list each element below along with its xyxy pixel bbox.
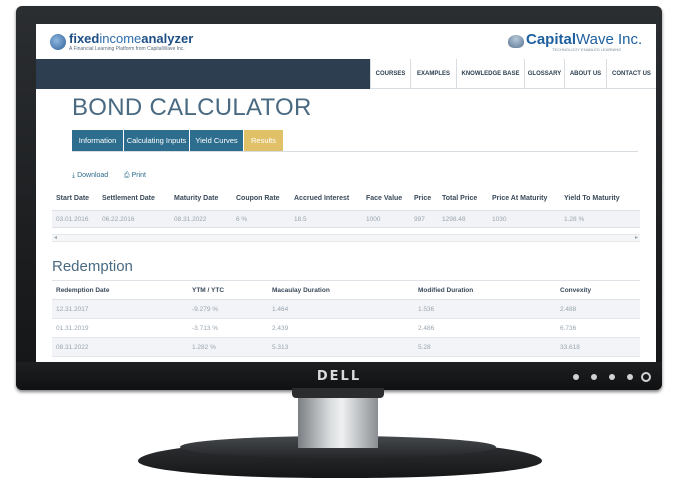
table-cell: 1.28 % <box>564 216 585 223</box>
column-header: Price <box>414 195 432 202</box>
download-link[interactable]: ⤓ Download <box>72 172 108 180</box>
table-row: 08.31.2022 1.282 % 5.313 5.28 33.618 <box>52 338 640 357</box>
table-row: 12.31.2017 -9.279 % 1.464 1.536 2.488 <box>52 300 640 319</box>
logo-right-tagline: TECHNOLOGY ENABLED LEARNING <box>552 47 622 52</box>
redemption-title: Redemption <box>52 258 133 275</box>
table-cell: 6.736 <box>560 325 577 332</box>
column-header: Redemption Date <box>56 287 110 294</box>
page-title: BOND CALCULATOR <box>72 94 312 121</box>
table-cell: 2.439 <box>272 325 289 332</box>
tab-results[interactable]: Results <box>244 130 284 151</box>
table-cell: 1000 <box>366 216 381 223</box>
column-header: Convexity <box>560 287 592 294</box>
table-row: 03.01.2016 06.22.2016 08.31.2022 6 % 18.… <box>52 210 640 228</box>
table-cell: 1.536 <box>418 306 435 313</box>
column-header: Start Date <box>56 195 90 202</box>
nav-item-about-us[interactable]: ABOUT US <box>564 59 606 89</box>
tabs-divider <box>72 151 638 152</box>
monitor-brand-logo: DELL <box>316 369 362 384</box>
table-cell: 06.22.2016 <box>102 216 135 223</box>
tab-calculating-inputs[interactable]: Calculating Inputs <box>124 130 190 151</box>
table-cell: 1298.48 <box>442 216 466 223</box>
table-cell: 12.31.2017 <box>56 306 89 313</box>
print-link[interactable]: ⎙ Print <box>124 172 146 180</box>
table-cell: 08.31.2022 <box>56 344 89 351</box>
download-icon: ⤓ <box>72 172 76 179</box>
monitor-button-icon <box>627 374 633 380</box>
tab-yield-curves[interactable]: Yield Curves <box>190 130 244 151</box>
table-cell: 33.618 <box>560 344 580 351</box>
table-cell: 03.01.2016 <box>56 216 89 223</box>
table-cell: 5.28 <box>418 344 431 351</box>
table-cell: 08.31.2022 <box>174 216 207 223</box>
print-icon: ⎙ <box>124 172 130 179</box>
table-cell: -9.279 % <box>192 306 219 313</box>
table-cell: 2.488 <box>560 306 577 313</box>
table-cell: 5.313 <box>272 344 289 351</box>
table-cell: 2.486 <box>418 325 435 332</box>
table-cell: 1.464 <box>272 306 289 313</box>
screen: fixedincomeanalyzer A Financial Learning… <box>36 24 656 362</box>
nav-item-courses[interactable]: COURSES <box>370 59 410 89</box>
table-row: 01.31.2019 -3.713 % 2.439 2.486 6.736 <box>52 319 640 338</box>
table-cell: 997 <box>414 216 425 223</box>
monitor-stand-joint <box>292 388 384 398</box>
table-cell: 01.31.2019 <box>56 325 89 332</box>
nav-item-glossary[interactable]: GLOSSARY <box>524 59 564 89</box>
scroll-left-icon[interactable]: ◂ <box>54 234 57 242</box>
site-header: fixedincomeanalyzer A Financial Learning… <box>36 24 656 59</box>
table-cell: 18.5 <box>294 216 307 223</box>
column-header: YTM / YTC <box>192 287 225 294</box>
column-header: Coupon Rate <box>236 195 280 202</box>
power-button-icon <box>641 372 651 382</box>
column-header: Yield To Maturity <box>564 195 620 202</box>
summary-table-header: Start Date Settlement Date Maturity Date… <box>52 187 640 210</box>
globe-icon <box>50 34 66 50</box>
monitor-button-icon <box>573 374 579 380</box>
scroll-right-icon[interactable]: ▸ <box>635 234 638 242</box>
column-header: Accrued Interest <box>294 195 350 202</box>
nav-item-contact-us[interactable]: CONTACT US <box>606 59 656 89</box>
capitalwave-logo[interactable]: CapitalWave Inc. TECHNOLOGY ENABLED LEAR… <box>508 31 648 53</box>
monitor-stand-neck <box>298 390 378 448</box>
column-header: Price At Maturity <box>492 195 548 202</box>
column-header: Modified Duration <box>418 287 474 294</box>
column-header: Total Price <box>442 195 478 202</box>
table-cell: 1.282 % <box>192 344 216 351</box>
main-nav: COURSES EXAMPLES KNOWLEDGE BASE GLOSSARY… <box>36 59 656 89</box>
nav-item-knowledge-base[interactable]: KNOWLEDGE BASE <box>456 59 524 89</box>
redemption-table-header: Redemption Date YTM / YTC Macaulay Durat… <box>52 280 640 300</box>
nav-bar-dark <box>36 59 370 89</box>
monitor-button-icon <box>591 374 597 380</box>
wave-icon <box>508 35 524 48</box>
column-header: Maturity Date <box>174 195 219 202</box>
monitor-button-icon <box>609 374 615 380</box>
table-cell: 6 % <box>236 216 248 223</box>
logo-left-tagline: A Financial Learning Platform from Capit… <box>69 46 185 52</box>
tab-information[interactable]: Information <box>72 130 124 151</box>
horizontal-scrollbar[interactable]: ◂ ▸ <box>52 234 640 242</box>
column-header: Macaulay Duration <box>272 287 330 294</box>
nav-item-examples[interactable]: EXAMPLES <box>410 59 456 89</box>
table-cell: 1030 <box>492 216 507 223</box>
column-header: Face Value <box>366 195 403 202</box>
logo-left-name: fixedincomeanalyzer <box>69 31 194 46</box>
table-cell: -3.713 % <box>192 325 219 332</box>
column-header: Settlement Date <box>102 195 155 202</box>
logo-right-name: CapitalWave Inc. <box>526 31 643 48</box>
